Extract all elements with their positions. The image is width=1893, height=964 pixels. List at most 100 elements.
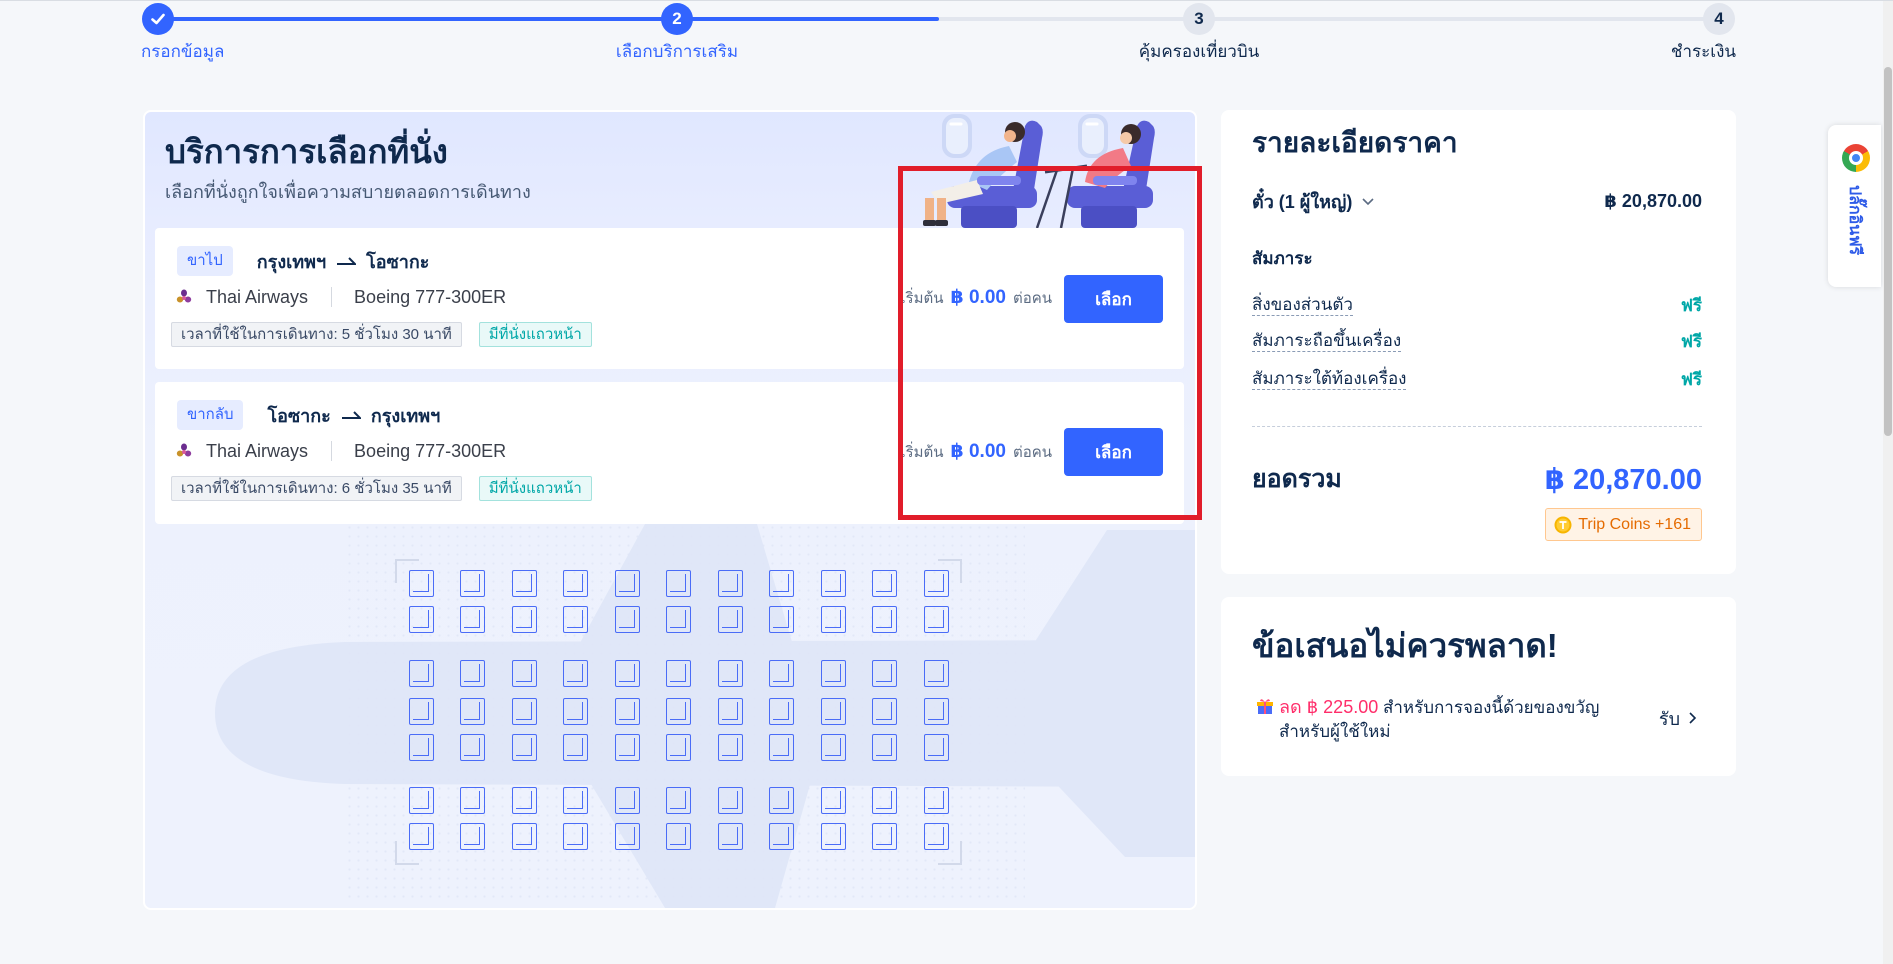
seat [820, 605, 846, 633]
seat [717, 786, 743, 814]
seat [820, 569, 846, 597]
thai-airways-logo-icon [176, 443, 192, 457]
divider [331, 441, 333, 461]
claim-offer-label: รับ [1658, 708, 1680, 729]
seat [872, 605, 897, 633]
trip-coins-badge: Trip Coins +161 [1545, 508, 1702, 541]
flight-info-line: Thai Airways Boeing 777-300ER [176, 439, 506, 463]
seat [614, 786, 640, 814]
seat [511, 786, 537, 814]
seat [614, 569, 640, 597]
route-destination: กรุงเทพฯ [370, 405, 441, 426]
step-2-label: เลือกบริการเสริม [615, 42, 739, 61]
ticket-row: ตั๋ว (1 ผู้ใหญ่) ฿ 20,870.00 [1252, 189, 1702, 213]
claim-offer-button[interactable]: รับ [1659, 706, 1700, 730]
scrollbar[interactable] [1883, 1, 1893, 964]
select-seat-button-outbound[interactable]: เลือก [1064, 275, 1163, 323]
step-3-label: คุ้มครองเที่ยวบิน [1138, 42, 1260, 61]
seat [769, 822, 794, 850]
seat [820, 733, 846, 761]
chrome-icon [1842, 144, 1870, 172]
duration-tag: เวลาที่ใช้ในการเดินทาง: 5 ชั่วโมง 30 นาท… [171, 322, 462, 347]
step-4-dot: 4 [1703, 3, 1735, 35]
seat [872, 569, 897, 597]
front-row-tag: มีที่นั่งแถวหน้า [478, 476, 592, 501]
trip-coins-text: Trip Coins +161 [1578, 515, 1691, 533]
seat [614, 659, 640, 687]
seat [872, 822, 897, 850]
flight-info-line: Thai Airways Boeing 777-300ER [176, 285, 506, 309]
flight-row-outbound: ขาไป กรุงเทพฯ โอซากะ Thai Airways Boeing… [155, 228, 1184, 369]
seat [923, 822, 949, 850]
seat [563, 605, 588, 633]
baggage-item-label[interactable]: สัมภาระถือขึ้นเครื่อง [1252, 331, 1402, 352]
step-1-dot [142, 3, 174, 35]
seat [614, 733, 640, 761]
divider [331, 287, 333, 307]
seat [460, 733, 485, 761]
seat [408, 786, 434, 814]
seat-price: เริ่มต้น ฿ 0.00 ต่อคน [900, 440, 1052, 464]
seat [769, 659, 794, 687]
seat [923, 733, 949, 761]
seat [408, 697, 434, 725]
seat [666, 569, 691, 597]
offer-title: ข้อเสนอไม่ควรพลาด! [1252, 627, 1558, 664]
scrollbar-thumb[interactable] [1884, 67, 1892, 436]
total-price: ฿ 20,870.00 [1544, 463, 1702, 496]
step-1-label[interactable]: กรอกข้อมูล [141, 41, 224, 63]
offer-discount: ลด ฿ 225.00 [1279, 697, 1379, 717]
price-suffix: ต่อคน [1012, 290, 1052, 307]
seat [769, 569, 794, 597]
seat [717, 569, 743, 597]
seat [923, 605, 949, 633]
ticket-price: ฿ 20,870.00 [1604, 190, 1702, 211]
seat [563, 822, 588, 850]
seat [872, 733, 897, 761]
coin-icon [1554, 516, 1572, 533]
seat [511, 822, 537, 850]
step-3-dot: 3 [1183, 3, 1215, 35]
price-suffix: ต่อคน [1012, 444, 1052, 461]
seat [666, 822, 691, 850]
extension-label: ปลั๊กอินฟรี [1846, 185, 1863, 256]
select-seat-button-return[interactable]: เลือก [1064, 428, 1163, 476]
seat [820, 786, 846, 814]
seat [563, 697, 588, 725]
route-destination: โอซากะ [366, 251, 430, 272]
route-origin: กรุงเทพฯ [256, 251, 327, 272]
seat-price: เริ่มต้น ฿ 0.00 ต่อคน [900, 286, 1052, 310]
extension-tab[interactable]: ปลั๊กอินฟรี [1828, 125, 1881, 287]
seat [769, 733, 794, 761]
seat [666, 697, 691, 725]
baggage-item-label[interactable]: สิ่งของส่วนตัว [1252, 295, 1353, 316]
route-arrow-icon [341, 411, 361, 419]
direction-badge: ขาไป [177, 246, 233, 276]
seat [511, 569, 537, 597]
seat [614, 605, 640, 633]
progress-fill [158, 17, 939, 21]
baggage-heading: สัมภาระ [1252, 246, 1702, 270]
seat [408, 569, 434, 597]
direction-badge: ขากลับ [177, 400, 244, 430]
step-4-label: ชำระเงิน [1670, 42, 1736, 61]
baggage-item-value: ฟรี [1680, 369, 1702, 389]
seat [460, 786, 485, 814]
seat [769, 605, 794, 633]
progress-track [158, 17, 1719, 21]
baggage-item-value: ฟรี [1680, 295, 1702, 315]
seat [511, 697, 537, 725]
divider [1252, 426, 1702, 427]
chevron-right-icon [1689, 712, 1697, 724]
baggage-item-label[interactable]: สัมภาระใต้ท้องเครื่อง [1252, 369, 1407, 390]
seat-service-subtitle: เลือกที่นั่งถูกใจเพื่อความสบายตลอดการเดิ… [165, 182, 531, 202]
aircraft-model: Boeing 777-300ER [354, 286, 507, 307]
seat [769, 786, 794, 814]
ticket-toggle[interactable]: ตั๋ว (1 ผู้ใหญ่) [1252, 187, 1376, 216]
offer-text-line1: สำหรับการจองนี้ด้วยของขวัญ [1382, 698, 1600, 717]
gift-icon [1257, 699, 1273, 714]
price-details-card: รายละเอียดราคา ตั๋ว (1 ผู้ใหญ่) ฿ 20,870… [1221, 110, 1736, 574]
seat [563, 733, 588, 761]
baggage-item-value: ฟรี [1680, 331, 1702, 351]
seat [666, 659, 691, 687]
